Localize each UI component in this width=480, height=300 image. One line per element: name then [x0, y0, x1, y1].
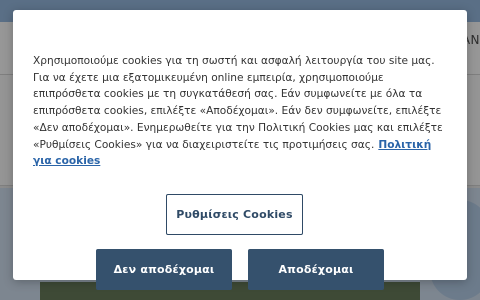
consent-message: Χρησιμοποιούμε cookies για τη σωστή και … [33, 53, 453, 170]
page: AN Χρησιμοποιούμε cookies για τη σωστή κ… [0, 0, 480, 300]
cookie-settings-button[interactable]: Ρυθμίσεις Cookies [166, 194, 303, 235]
reject-cookies-button[interactable]: Δεν αποδέχομαι [96, 249, 232, 290]
consent-message-text: Χρησιμοποιούμε cookies για τη σωστή και … [33, 55, 443, 151]
accept-cookies-button[interactable]: Αποδέχομαι [248, 249, 384, 290]
cookie-consent-dialog: Χρησιμοποιούμε cookies για τη σωστή και … [13, 10, 467, 290]
